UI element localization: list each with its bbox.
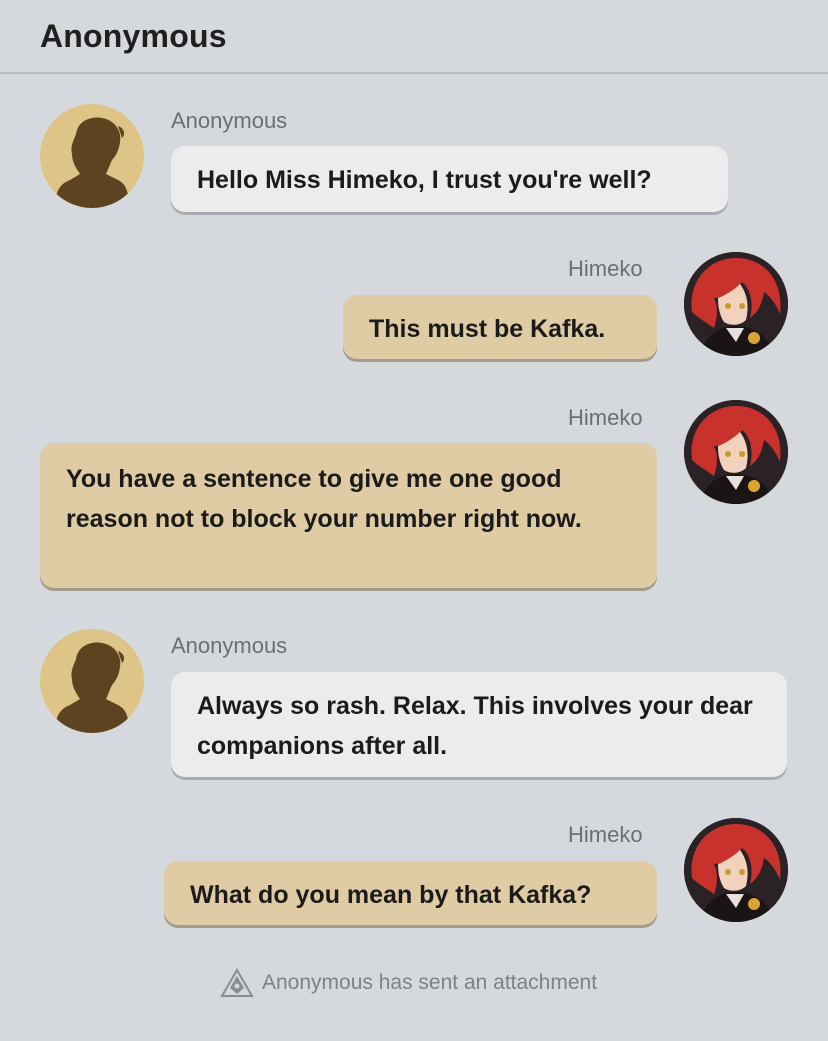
chat-header: Anonymous [0,0,828,74]
message-bubble[interactable]: Always so rash. Relax. This involves you… [171,672,787,777]
anonymous-avatar[interactable] [40,629,144,733]
himeko-avatar[interactable] [684,400,788,504]
sender-name: Himeko [568,822,643,847]
attachment-notice-text: Anonymous has sent an attachment [262,971,598,994]
message-bubble[interactable]: This must be Kafka. [343,295,657,359]
attachment-notice[interactable]: Anonymous has sent an attachment [220,966,597,1000]
sender-name: Himeko [568,256,643,281]
himeko-avatar[interactable] [684,252,788,356]
chat-title: Anonymous [40,18,227,54]
message-bubble[interactable]: You have a sentence to give me one good … [40,443,657,588]
portrait-icon [684,400,788,504]
message-bubble[interactable]: What do you mean by that Kafka? [164,861,657,925]
attachment-icon [220,968,254,997]
message-bubble[interactable]: Hello Miss Himeko, I trust you're well? [171,146,728,212]
portrait-icon [684,252,788,356]
sender-name: Anonymous [171,108,288,133]
silhouette-icon [54,642,130,733]
sender-name: Anonymous [171,633,288,658]
silhouette-icon [54,117,130,208]
portrait-icon [684,818,788,922]
himeko-avatar[interactable] [684,818,788,922]
sender-name: Himeko [568,405,643,430]
anonymous-avatar[interactable] [40,104,144,208]
